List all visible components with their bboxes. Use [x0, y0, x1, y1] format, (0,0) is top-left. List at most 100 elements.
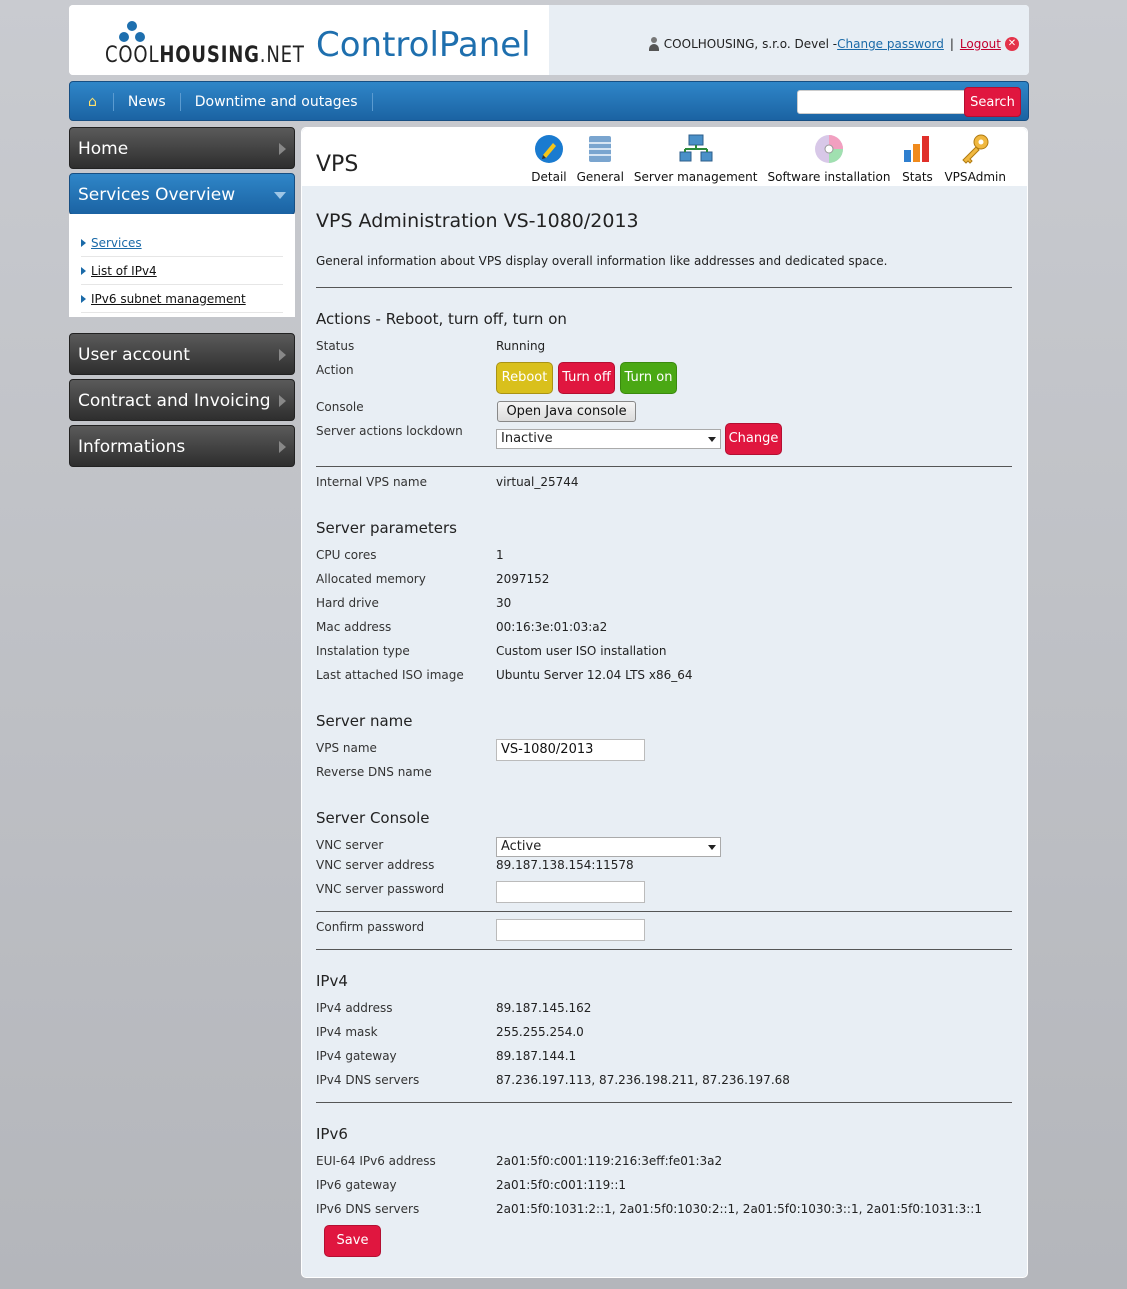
param-label: Instalation type [316, 644, 410, 658]
nav-downtime[interactable]: Downtime and outages [181, 93, 373, 111]
toolbar-vpsadmin[interactable]: VPSAdmin [939, 132, 1011, 184]
toolbar-detail[interactable]: Detail [526, 132, 571, 184]
vnc-select[interactable]: Active [496, 837, 721, 857]
page-description: General information about VPS display ov… [316, 254, 888, 268]
status-value: Running [496, 339, 546, 353]
home-icon[interactable]: ⌂ [70, 93, 114, 111]
ipv6-label: IPv6 DNS servers [316, 1202, 420, 1216]
chevron-down-icon [274, 192, 286, 199]
main-panel: VPS Detail General Server management Sof… [301, 127, 1028, 1278]
sidebar-item-user-account[interactable]: User account [69, 333, 295, 375]
chevron-right-icon [279, 349, 286, 361]
ipv4-title: IPv4 [316, 972, 348, 990]
logo[interactable]: COOLHOUSING.NET [105, 21, 304, 69]
separator: | [949, 37, 954, 51]
sidebar-item-label: User account [78, 345, 190, 365]
pencil-icon [532, 132, 566, 166]
turn-on-button[interactable]: Turn on [620, 362, 677, 394]
ipv6-title: IPv6 [316, 1125, 348, 1143]
toolbar-label: Detail [531, 170, 567, 184]
param-value: 1 [496, 548, 504, 562]
chevron-right-icon [279, 395, 286, 407]
logo-area: COOLHOUSING.NET ControlPanel [69, 5, 549, 75]
rdns-label: Reverse DNS name [316, 765, 432, 779]
toolbar-label: Software installation [767, 170, 891, 184]
reboot-button[interactable]: Reboot [496, 362, 553, 394]
turn-off-button[interactable]: Turn off [558, 362, 615, 394]
ipv4-value: 87.236.197.113, 87.236.198.211, 87.236.1… [496, 1073, 790, 1087]
params-title: Server parameters [316, 519, 457, 537]
header-user-area: COOLHOUSING, s.r.o. Devel - Change passw… [549, 5, 1029, 75]
divider [316, 1102, 1012, 1103]
bullet-icon [81, 267, 86, 275]
ipv4-value: 89.187.145.162 [496, 1001, 592, 1015]
internal-name-value: virtual_25744 [496, 475, 579, 489]
logout-link[interactable]: Logout [960, 37, 1001, 51]
ipv4-label: IPv4 gateway [316, 1049, 397, 1063]
sidebar-item-contract[interactable]: Contract and Invoicing [69, 379, 295, 421]
list-ipv4-link[interactable]: List of IPv4 [91, 264, 157, 278]
ipv4-value: 89.187.144.1 [496, 1049, 577, 1063]
sidebar-item-informations[interactable]: Informations [69, 425, 295, 467]
ipv6-subnet-link[interactable]: IPv6 subnet management [91, 292, 246, 306]
vnc-label: VNC server [316, 838, 384, 852]
toolbar-label: General [576, 170, 624, 184]
search-input[interactable] [797, 90, 965, 114]
nav-news[interactable]: News [114, 93, 181, 111]
services-link[interactable]: Services [91, 236, 142, 250]
confirm-password-input[interactable] [496, 919, 645, 941]
ipv4-label: IPv4 DNS servers [316, 1073, 420, 1087]
actions-title: Actions - Reboot, turn off, turn on [316, 310, 567, 328]
submenu-item-ipv6: IPv6 subnet management [81, 285, 283, 313]
ipv4-value: 255.255.254.0 [496, 1025, 584, 1039]
search-button[interactable]: Search [964, 87, 1021, 117]
chevron-down-icon [708, 437, 716, 442]
network-icon [679, 132, 713, 166]
chevron-right-icon [279, 441, 286, 453]
header: COOLHOUSING.NET ControlPanel COOLHOUSING… [69, 5, 1029, 75]
open-java-console-button[interactable]: Open Java console [497, 401, 636, 422]
vps-name-input[interactable]: VS-1080/2013 [496, 739, 645, 761]
sidebar-item-services-overview[interactable]: Services Overview [69, 173, 295, 215]
toolbar-label: Stats [902, 170, 933, 184]
vnc-password-label: VNC server password [316, 882, 445, 896]
top-nav: ⌂ News Downtime and outages Search [69, 81, 1029, 121]
toolbar-label: Server management [633, 170, 758, 184]
save-button[interactable]: Save [324, 1225, 381, 1257]
divider [316, 949, 1012, 950]
chevron-down-icon [708, 845, 716, 850]
divider [316, 911, 1012, 912]
key-icon [958, 132, 992, 166]
ipv6-label: EUI-64 IPv6 address [316, 1154, 436, 1168]
server-name-title: Server name [316, 712, 413, 730]
close-icon[interactable]: ✕ [1005, 37, 1019, 51]
param-value: Ubuntu Server 12.04 LTS x86_64 [496, 668, 693, 682]
toolbar-general[interactable]: General [572, 132, 629, 184]
console-label: Console [316, 400, 364, 414]
toolbar-server-management[interactable]: Server management [629, 132, 763, 184]
toolbar-software-installation[interactable]: Software installation [762, 132, 895, 184]
sidebar-item-label: Home [78, 139, 129, 159]
services-submenu: Services List of IPv4 IPv6 subnet manage… [69, 214, 295, 317]
vnc-address-label: VNC server address [316, 858, 435, 872]
submenu-item-services: Services [81, 229, 283, 257]
lockdown-select-value: Inactive [501, 431, 553, 446]
param-label: Mac address [316, 620, 392, 634]
cd-icon [812, 132, 846, 166]
bar-chart-icon [900, 132, 934, 166]
vnc-password-input[interactable] [496, 881, 645, 903]
toolbar-label: VPSAdmin [944, 170, 1006, 184]
lockdown-label: Server actions lockdown [316, 424, 463, 438]
status-label: Status [316, 339, 355, 353]
sidebar-item-label: Contract and Invoicing [78, 391, 271, 411]
vnc-select-value: Active [501, 839, 542, 854]
console-title: Server Console [316, 809, 430, 827]
change-button[interactable]: Change [725, 423, 782, 455]
sidebar-item-home[interactable]: Home [69, 127, 295, 169]
main-header: VPS Detail General Server management Sof… [302, 128, 1027, 186]
change-password-link[interactable]: Change password [837, 37, 944, 51]
chevron-right-icon [279, 143, 286, 155]
toolbar-stats[interactable]: Stats [895, 132, 939, 184]
lockdown-select[interactable]: Inactive [496, 429, 721, 449]
param-value: 00:16:3e:01:03:a2 [496, 620, 608, 634]
